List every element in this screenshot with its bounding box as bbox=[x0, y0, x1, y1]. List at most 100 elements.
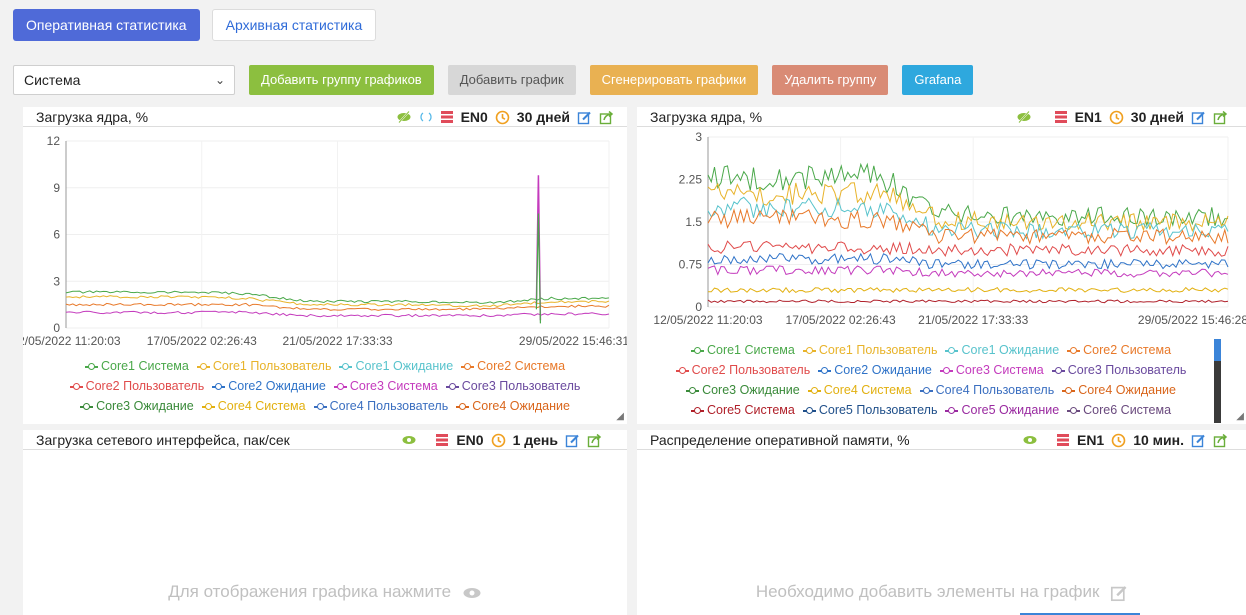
legend-item[interactable]: Core2 Пользователь bbox=[69, 376, 204, 396]
delete-group-button[interactable]: Удалить группу bbox=[772, 65, 889, 95]
eye-slash-icon[interactable] bbox=[1016, 110, 1032, 124]
export-icon[interactable] bbox=[1213, 110, 1228, 125]
legend-item[interactable]: Core2 Ожидание bbox=[818, 360, 932, 380]
generate-charts-button[interactable]: Сгенерировать графики bbox=[589, 65, 759, 95]
y-tick-label: 0 bbox=[695, 300, 702, 314]
export-icon[interactable] bbox=[587, 433, 602, 448]
legend-marker-icon bbox=[690, 346, 704, 355]
legend-label: Core1 Пользователь bbox=[818, 343, 938, 357]
server-icon[interactable] bbox=[435, 433, 449, 447]
legend-item[interactable]: Core2 Пользователь bbox=[675, 360, 810, 380]
legend-item[interactable]: Core4 Система bbox=[201, 396, 306, 416]
legend-item[interactable]: Core3 Ожидание bbox=[80, 396, 194, 416]
eye-slash-icon[interactable] bbox=[396, 110, 412, 124]
legend-item[interactable]: Core6 Система bbox=[1067, 400, 1171, 420]
legend-item[interactable]: Core1 Ожидание bbox=[945, 340, 1059, 360]
legend-item[interactable]: Core4 Ожидание bbox=[1062, 380, 1176, 400]
group-select[interactable]: Система ⌄ bbox=[13, 65, 235, 95]
legend-item[interactable]: Core3 Пользователь bbox=[445, 376, 580, 396]
chart-panel-cpu-en1: Загрузка ядра, % EN1 30 дней 0 0.75 1.5 2.2… bbox=[637, 107, 1246, 424]
resize-handle-icon[interactable]: ◢ bbox=[616, 411, 624, 422]
legend-item[interactable]: Core3 Пользователь bbox=[1051, 360, 1186, 380]
chevron-down-icon: ⌄ bbox=[214, 73, 225, 87]
empty-message-text: Необходимо добавить элементы на график bbox=[755, 582, 1100, 601]
eye-icon[interactable] bbox=[1022, 433, 1038, 447]
export-icon[interactable] bbox=[1213, 433, 1228, 448]
server-icon[interactable] bbox=[1056, 433, 1070, 447]
x-tick-label: 29/05/2022 15:46:31 bbox=[519, 334, 627, 348]
panel-controls: EN0 1 день bbox=[401, 431, 602, 449]
refresh-icon[interactable] bbox=[419, 110, 433, 124]
legend-item[interactable]: Core1 Система bbox=[84, 356, 189, 376]
legend-item[interactable]: Core5 Система bbox=[690, 400, 795, 420]
eye-icon[interactable] bbox=[401, 433, 417, 447]
server-icon[interactable] bbox=[440, 110, 454, 124]
clock-icon[interactable] bbox=[491, 433, 506, 448]
legend-marker-icon bbox=[445, 382, 459, 391]
legend-item[interactable]: Core4 Пользователь bbox=[919, 380, 1054, 400]
legend-marker-icon bbox=[333, 382, 347, 391]
y-tick-label: 0 bbox=[53, 321, 60, 335]
edit-icon[interactable] bbox=[1110, 584, 1128, 602]
legend-label: Core5 Пользователь bbox=[818, 403, 938, 417]
legend-scrollbar-thumb[interactable] bbox=[1214, 339, 1221, 361]
resize-handle-icon[interactable]: ◢ bbox=[1236, 411, 1244, 422]
legend-label: Core1 Пользователь bbox=[212, 359, 332, 373]
edit-icon[interactable] bbox=[1191, 433, 1206, 448]
legend-item[interactable]: Core4 Ожидание bbox=[456, 396, 570, 416]
clock-icon[interactable] bbox=[1111, 433, 1126, 448]
y-tick-label: 12 bbox=[47, 134, 61, 148]
edit-icon[interactable] bbox=[565, 433, 580, 448]
legend-scrollbar[interactable] bbox=[1214, 339, 1221, 423]
series-line bbox=[707, 240, 1229, 258]
interface-label: EN0 bbox=[456, 432, 484, 448]
legend-item[interactable]: Core1 Ожидание bbox=[339, 356, 453, 376]
eye-icon[interactable] bbox=[462, 586, 482, 600]
legend-item[interactable]: Core3 Ожидание bbox=[686, 380, 800, 400]
series-line bbox=[708, 286, 1229, 294]
export-icon[interactable] bbox=[599, 110, 614, 125]
panel-header: Распределение оперативной памяти, % EN1 … bbox=[637, 430, 1246, 450]
legend-item[interactable]: Core4 Пользователь bbox=[313, 396, 448, 416]
legend-label: Core1 Ожидание bbox=[355, 359, 454, 373]
legend-marker-icon bbox=[945, 346, 959, 355]
legend-marker-icon bbox=[84, 362, 98, 371]
legend-item[interactable]: Core2 Система bbox=[1067, 340, 1171, 360]
cpu-load-chart-en1: 0 0.75 1.5 2.25 3 12/05/2022 11:20:03 17/05/20… bbox=[653, 131, 1246, 327]
clock-icon[interactable] bbox=[1109, 110, 1124, 125]
legend-item[interactable]: Core1 Система bbox=[690, 340, 795, 360]
legend-label: Core2 Ожидание bbox=[228, 379, 326, 393]
server-icon[interactable] bbox=[1054, 110, 1068, 124]
edit-icon[interactable] bbox=[1191, 110, 1206, 125]
empty-chart-message: Для отображения графика нажмите bbox=[23, 582, 627, 602]
legend-label: Core6 Система bbox=[1083, 403, 1172, 417]
panel-header: Загрузка сетевого интерфейса, пак/сек EN… bbox=[23, 430, 627, 450]
legend-item[interactable]: Core5 Ожидание bbox=[945, 400, 1059, 420]
x-tick-label: 29/05/2022 15:46:28 bbox=[1138, 313, 1246, 327]
legend-item[interactable]: Core2 Ожидание bbox=[212, 376, 326, 396]
tab-operative[interactable]: Оперативная статистика bbox=[13, 9, 200, 41]
tab-archive[interactable]: Архивная статистика bbox=[211, 9, 377, 41]
legend-item[interactable]: Core4 Система bbox=[807, 380, 912, 400]
legend-item[interactable]: Core2 Система bbox=[461, 356, 565, 376]
grafana-button[interactable]: Grafana bbox=[902, 65, 974, 95]
legend-item[interactable]: Core5 Пользователь bbox=[802, 400, 938, 420]
edit-icon[interactable] bbox=[577, 110, 592, 125]
legend-marker-icon bbox=[1051, 366, 1065, 375]
legend-marker-icon bbox=[1062, 386, 1076, 395]
legend-item[interactable]: Core3 Система bbox=[939, 360, 1044, 380]
legend-item[interactable]: Core1 Пользователь bbox=[196, 356, 332, 376]
stat-tabs: Оперативная статистика Архивная статисти… bbox=[13, 9, 377, 41]
legend-item[interactable]: Core1 Пользователь bbox=[802, 340, 938, 360]
period-label: 1 день bbox=[512, 432, 558, 448]
legend-marker-icon bbox=[339, 362, 353, 371]
add-chart-button[interactable]: Добавить график bbox=[447, 65, 576, 95]
legend-item[interactable]: Core3 Система bbox=[333, 376, 438, 396]
period-label: 30 дней bbox=[1130, 109, 1184, 125]
x-tick-label: 12/05/2022 11:20:03 bbox=[653, 313, 763, 327]
legend-label: Core5 Ожидание bbox=[961, 403, 1060, 417]
legend-marker-icon bbox=[939, 366, 953, 375]
legend-label: Core4 Система bbox=[823, 383, 912, 397]
clock-icon[interactable] bbox=[495, 110, 510, 125]
add-group-button[interactable]: Добавить группу графиков bbox=[249, 65, 434, 95]
